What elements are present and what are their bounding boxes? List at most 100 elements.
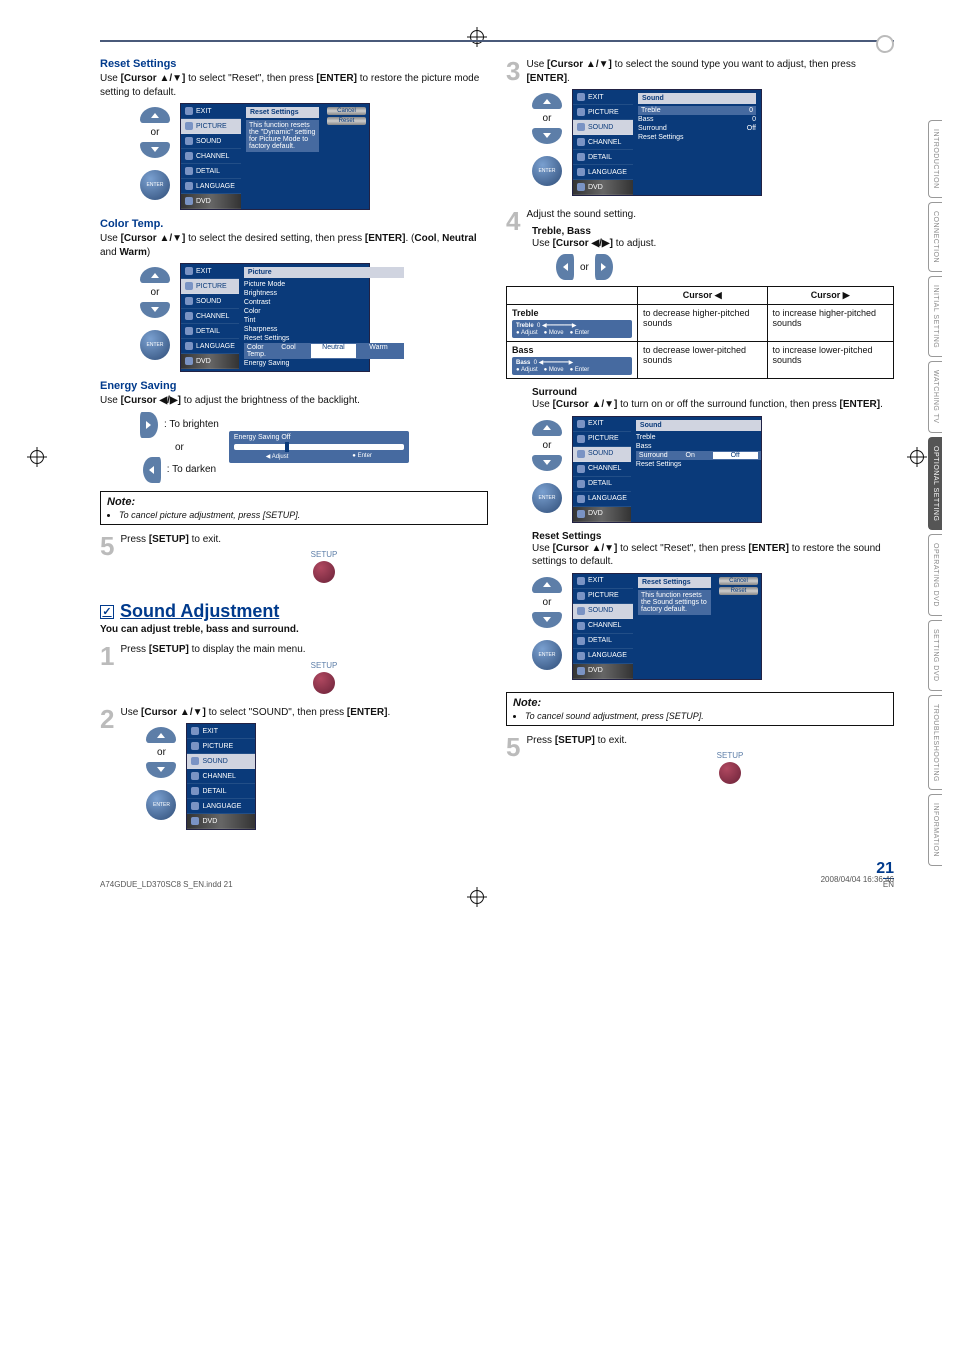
osd-panel-title: Reset Settings xyxy=(246,107,319,118)
osd-menu-item: DETAIL xyxy=(573,477,631,492)
osd-menu-item: DETAIL xyxy=(573,150,633,165)
osd-menu-item: EXIT xyxy=(181,104,241,119)
section-tab: INFORMATION xyxy=(928,794,942,866)
osd-menu-item: SOUND xyxy=(573,120,633,135)
osd-panel-title: Reset Settings xyxy=(638,577,711,588)
cursor-down-icon xyxy=(140,142,170,158)
osd-row: Brightness xyxy=(244,289,404,298)
note-box: Note: To cancel sound adjustment, press … xyxy=(506,692,894,726)
note-item: To cancel sound adjustment, press [SETUP… xyxy=(525,711,887,721)
osd-row: SurroundOnOff xyxy=(636,451,761,460)
osd-row: Bass0 xyxy=(638,115,756,124)
cursor-up-icon xyxy=(140,107,170,123)
enter-button-icon: ENTER xyxy=(146,790,176,820)
sound-table: Cursor ◀ Cursor ▶ TrebleTreble 0 ◀━━━━━━… xyxy=(506,286,894,379)
osd-menu-item: EXIT xyxy=(573,574,633,589)
cursor-down-icon xyxy=(140,302,170,318)
step1-text: Press [SETUP] to display the main menu. xyxy=(120,643,488,657)
osd-menu-item: PICTURE xyxy=(573,589,633,604)
osd-panel-title: Sound xyxy=(636,420,761,431)
osd-menu-item: DVD xyxy=(187,814,255,829)
step-number: 5 xyxy=(506,734,520,760)
section-tab: OPERATING DVD xyxy=(928,534,942,616)
cursor-right-icon xyxy=(140,412,158,438)
osd-button: Cancel xyxy=(719,577,758,585)
osd-row: Color Temp.CoolNeutralWarm xyxy=(244,343,404,359)
osd-panel-text: This function resets the "Dynamic" setti… xyxy=(246,120,319,152)
osd-row: SurroundOff xyxy=(638,124,756,133)
osd-row: Tint xyxy=(244,316,404,325)
surround-title: Surround xyxy=(532,387,894,398)
osd-menu-item: DVD xyxy=(573,180,633,195)
osd-panel-title: Sound xyxy=(638,93,756,104)
osd-menu-item: CHANNEL xyxy=(573,462,631,477)
section-tab: OPTIONAL SETTING xyxy=(928,437,942,530)
step5-text: Press [SETUP] to exit. xyxy=(120,533,488,547)
osd-picture-reset: EXITPICTURESOUNDCHANNELDETAILLANGUAGEDVD… xyxy=(180,103,370,210)
osd-menu-item: SOUND xyxy=(187,754,255,769)
section-tab: SETTING DVD xyxy=(928,620,942,691)
darken-label: : To darken xyxy=(167,464,216,475)
treble-bass-title: Treble, Bass xyxy=(532,226,894,237)
osd-button: Reset xyxy=(327,117,366,125)
osd-row: Reset Settings xyxy=(636,460,761,469)
treble-bass-text: Use [Cursor ◀/▶] to adjust. xyxy=(532,237,894,251)
sound-reset-title: Reset Settings xyxy=(532,531,894,542)
osd-menu-item: PICTURE xyxy=(181,119,241,134)
step-number: 1 xyxy=(100,643,114,669)
color-title: Color Temp. xyxy=(100,218,488,230)
osd-menu-item: CHANNEL xyxy=(181,149,241,164)
cursor-down-icon xyxy=(532,612,562,628)
osd-menu-item: DVD xyxy=(181,194,241,209)
step-number: 4 xyxy=(506,208,520,234)
osd-menu-item: SOUND xyxy=(573,447,631,462)
osd-menu-item: EXIT xyxy=(187,724,255,739)
or-label: or xyxy=(157,747,166,758)
cursor-down-icon xyxy=(532,128,562,144)
step3-text: Use [Cursor ▲/▼] to select the sound typ… xyxy=(526,58,894,85)
osd-sound-menu: EXITPICTURESOUNDCHANNELDETAILLANGUAGEDVD… xyxy=(572,89,762,196)
osd-row: Contrast xyxy=(244,298,404,307)
right-column: 3 Use [Cursor ▲/▼] to select the sound t… xyxy=(506,50,894,834)
osd-menu-item: DVD xyxy=(181,354,239,369)
osd-row: Treble xyxy=(636,433,761,442)
cursor-left-icon xyxy=(556,254,574,280)
osd-menu-item: DETAIL xyxy=(181,164,241,179)
osd-button: Cancel xyxy=(327,107,366,115)
osd-menu-item: CHANNEL xyxy=(187,769,255,784)
note-box: Note: To cancel picture adjustment, pres… xyxy=(100,491,488,525)
osd-menu-item: DETAIL xyxy=(573,634,633,649)
energy-title: Energy Saving xyxy=(100,380,488,392)
osd-menu-item: DETAIL xyxy=(181,324,239,339)
osd-menu-item: LANGUAGE xyxy=(187,799,255,814)
sound-reset-text: Use [Cursor ▲/▼] to select "Reset", then… xyxy=(532,542,894,569)
osd-menu-item: SOUND xyxy=(573,604,633,619)
or-label: or xyxy=(543,597,552,608)
sound-adjustment-heading: Sound Adjustment xyxy=(100,601,488,622)
osd-menu-item: EXIT xyxy=(573,417,631,432)
osd-menu-item: LANGUAGE xyxy=(573,649,633,664)
remote-up-down-enter: or ENTER xyxy=(532,577,562,670)
note-title: Note: xyxy=(513,697,887,709)
cursor-down-icon xyxy=(146,762,176,778)
osd-row: Treble0 xyxy=(638,106,756,115)
color-text: Use [Cursor ▲/▼] to select the desired s… xyxy=(100,232,488,259)
osd-menu-item: CHANNEL xyxy=(573,619,633,634)
osd-row: Picture Mode xyxy=(244,280,404,289)
remote-up-down-enter: or ENTER xyxy=(140,267,170,360)
cursor-right-icon xyxy=(595,254,613,280)
osd-menu-item: LANGUAGE xyxy=(181,179,241,194)
step-number: 3 xyxy=(506,58,520,84)
top-rule xyxy=(100,40,894,42)
osd-menu-item: LANGUAGE xyxy=(181,339,239,354)
remote-up-down-enter: or ENTER xyxy=(146,727,176,820)
osd-menu-item: EXIT xyxy=(181,264,239,279)
osd-surround: EXITPICTURESOUNDCHANNELDETAILLANGUAGEDVD… xyxy=(572,416,762,523)
or-label: or xyxy=(543,113,552,124)
enter-button-icon: ENTER xyxy=(140,330,170,360)
or-label: or xyxy=(175,442,184,453)
osd-menu-item: PICTURE xyxy=(573,105,633,120)
cursor-up-icon xyxy=(532,420,562,436)
brighten-label: : To brighten xyxy=(164,419,219,430)
table-row: BassBass 0 ◀━━━━━━━▶● Adjust● Move● Ente… xyxy=(507,342,894,379)
